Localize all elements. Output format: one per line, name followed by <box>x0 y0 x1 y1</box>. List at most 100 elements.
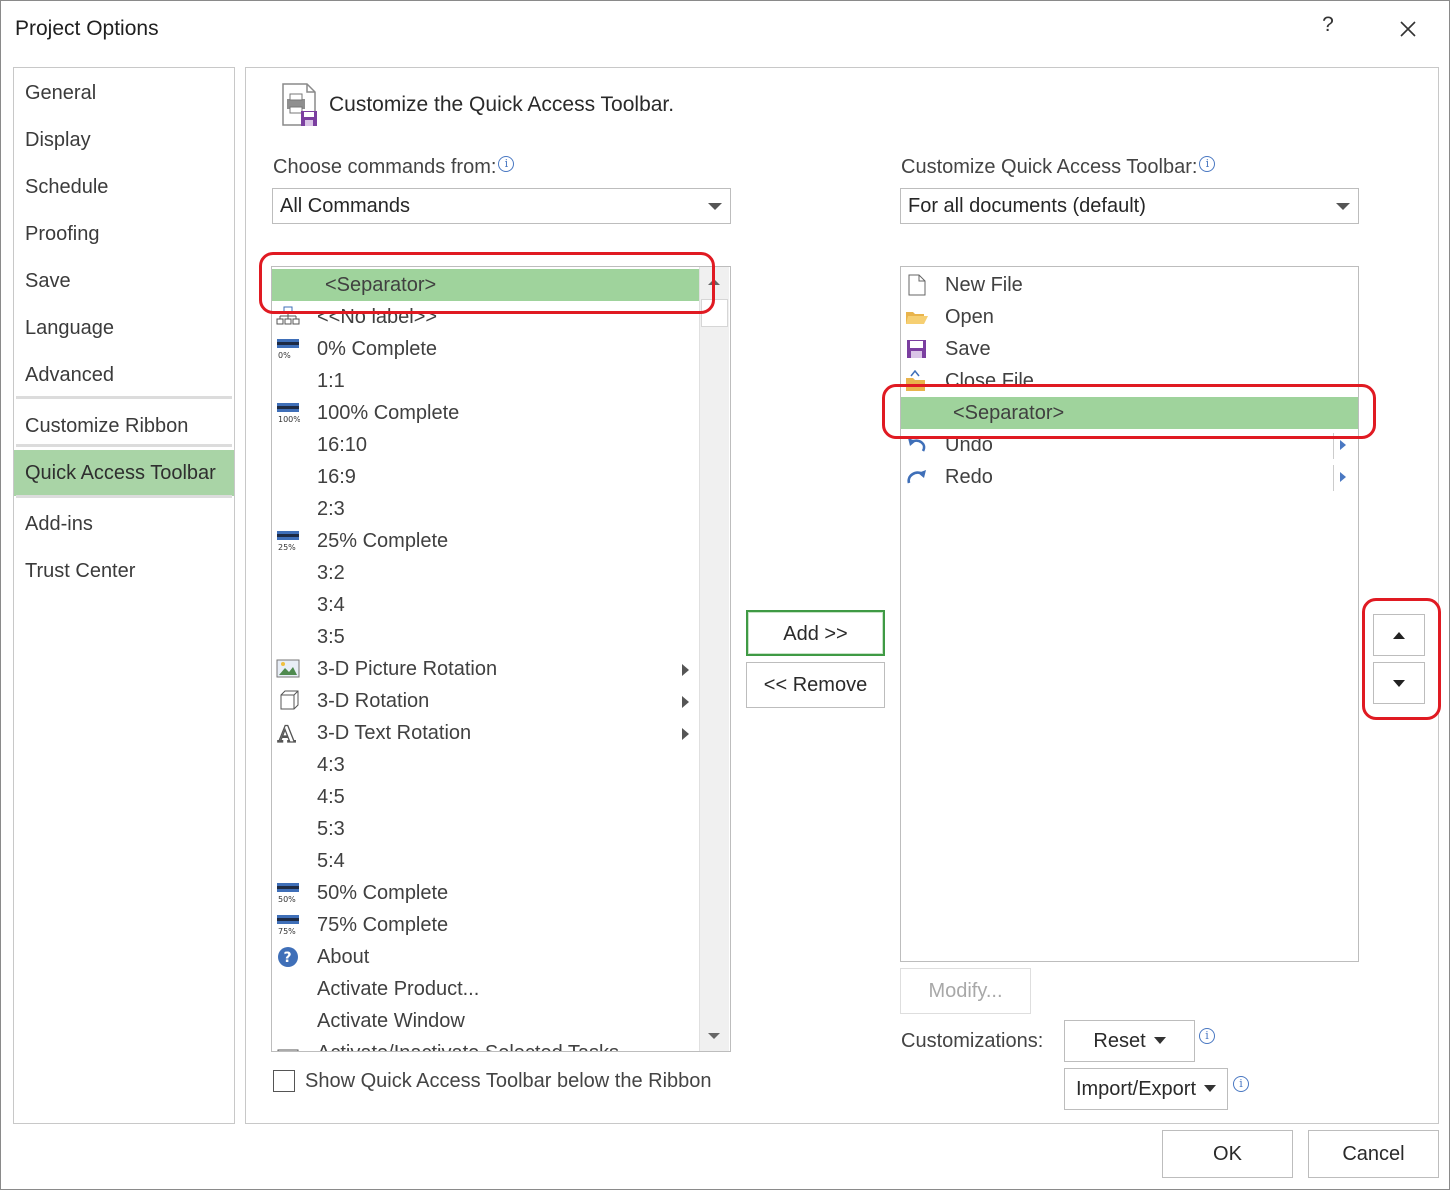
command-row[interactable]: 5:4 <box>272 845 700 877</box>
command-row[interactable]: 1:1 <box>272 365 700 397</box>
nav-item-advanced[interactable]: Advanced <box>14 352 234 398</box>
command-row[interactable]: 3:4 <box>272 589 700 621</box>
progress-0-icon: 0% <box>276 338 300 360</box>
arrow-up-icon <box>1393 632 1405 639</box>
ok-button[interactable]: OK <box>1162 1130 1293 1178</box>
reset-button-label: Reset <box>1093 1030 1146 1052</box>
nav-item-proofing[interactable]: Proofing <box>14 211 234 257</box>
progress-100-icon: 100% <box>276 402 301 424</box>
command-row[interactable]: 3-D Picture Rotation <box>272 653 700 685</box>
command-label: 2:3 <box>317 498 345 520</box>
command-row[interactable]: ? About <box>272 941 700 973</box>
nav-item-schedule[interactable]: Schedule <box>14 164 234 210</box>
commands-scrollbar[interactable] <box>699 267 729 1051</box>
command-row[interactable]: 100% 100% Complete <box>272 397 700 429</box>
submenu-arrow-icon[interactable] <box>1333 465 1347 491</box>
show-below-ribbon-checkbox[interactable] <box>273 1070 295 1092</box>
help-button[interactable]: ? <box>1313 13 1343 45</box>
submenu-arrow-icon[interactable] <box>682 664 689 676</box>
command-label: 25% Complete <box>317 530 449 552</box>
scroll-down-icon[interactable] <box>708 1033 720 1039</box>
command-row[interactable]: 2:3 <box>272 493 700 525</box>
command-label: 75% Complete <box>317 914 449 936</box>
toolbar-item-separator-row[interactable]: <Separator> <box>901 397 1358 429</box>
command-row[interactable]: Activate Product... <box>272 973 700 1005</box>
nav-item-quick-access-toolbar[interactable]: Quick Access Toolbar <box>14 450 234 496</box>
toolbar-item-row[interactable]: Open <box>901 301 1358 333</box>
nav-item-save[interactable]: Save <box>14 258 234 304</box>
commands-list[interactable]: <Separator> <<No label>> 0% 0% Complete 1:1 1… <box>271 266 731 1052</box>
svg-text:50%: 50% <box>278 895 296 904</box>
toolbar-item-row[interactable]: Close File <box>901 365 1358 397</box>
command-row[interactable]: <<No label>> <box>272 301 700 333</box>
customizations-label: Customizations: <box>901 1030 1044 1052</box>
close-file-icon <box>905 369 929 392</box>
command-row[interactable]: 4:3 <box>272 749 700 781</box>
nav-item-language[interactable]: Language <box>14 305 234 351</box>
scroll-up-icon[interactable] <box>708 279 720 285</box>
scroll-thumb[interactable] <box>701 299 728 327</box>
customize-toolbar-text: Customize Quick Access Toolbar: <box>901 156 1198 178</box>
import-export-button[interactable]: Import/Export <box>1064 1068 1228 1110</box>
command-row[interactable]: Activate/Inactivate Selected Tasks <box>272 1037 700 1051</box>
command-label: 1:1 <box>317 370 345 392</box>
move-down-button[interactable] <box>1373 662 1425 704</box>
reset-button[interactable]: Reset <box>1064 1020 1195 1062</box>
command-row[interactable]: 5:3 <box>272 813 700 845</box>
toolbar-item-row[interactable]: Undo <box>901 429 1358 461</box>
command-label: 3:4 <box>317 594 345 616</box>
command-separator-row[interactable]: <Separator> <box>272 269 700 301</box>
nav-divider <box>16 444 232 447</box>
svg-text:75%: 75% <box>278 927 296 936</box>
toolbar-item-row[interactable]: Save <box>901 333 1358 365</box>
choose-commands-dropdown[interactable]: All Commands <box>272 188 731 224</box>
submenu-arrow-icon[interactable] <box>1333 433 1347 459</box>
command-row[interactable]: Activate Window <box>272 1005 700 1037</box>
command-row[interactable]: 50% 50% Complete <box>272 877 700 909</box>
command-row[interactable]: 3-D Rotation <box>272 685 700 717</box>
toolbar-item-label: Close File <box>945 370 1034 392</box>
command-row[interactable]: 0% 0% Complete <box>272 333 700 365</box>
command-label: About <box>317 946 370 968</box>
text-rotation-icon: A <box>276 721 300 748</box>
toolbar-items-list[interactable]: New File Open Save Close File <Separator> Und… <box>900 266 1359 962</box>
open-folder-icon <box>905 306 929 328</box>
command-row[interactable]: 75% 75% Complete <box>272 909 700 941</box>
toolbar-item-row[interactable]: Redo <box>901 461 1358 493</box>
command-label: <Separator> <box>325 274 437 296</box>
dropdown-arrow-icon <box>1153 1037 1166 1044</box>
command-row[interactable]: 4:5 <box>272 781 700 813</box>
command-label: Activate Product... <box>317 978 480 1000</box>
command-label: 3-D Rotation <box>317 690 430 712</box>
submenu-arrow-icon[interactable] <box>682 696 689 708</box>
save-icon <box>905 338 929 360</box>
nav-item-trust-center[interactable]: Trust Center <box>14 548 234 594</box>
add-button[interactable]: Add >> <box>746 610 885 656</box>
command-label: 5:4 <box>317 850 345 872</box>
toolbar-item-row[interactable]: New File <box>901 269 1358 301</box>
help-circle-icon: ? <box>276 946 300 968</box>
command-row[interactable]: 16:10 <box>272 429 700 461</box>
command-label: 3:2 <box>317 562 345 584</box>
nav-item-display[interactable]: Display <box>14 117 234 163</box>
quick-access-toolbar-icon <box>282 83 317 126</box>
command-row[interactable]: 25% 25% Complete <box>272 525 700 557</box>
remove-button[interactable]: << Remove <box>746 662 885 708</box>
modify-button[interactable]: Modify... <box>900 968 1031 1014</box>
svg-text:0%: 0% <box>278 351 291 360</box>
toolbar-item-label: New File <box>945 274 1023 296</box>
close-button[interactable] <box>1391 13 1425 45</box>
nav-divider <box>16 396 232 399</box>
move-up-button[interactable] <box>1373 614 1425 656</box>
customize-toolbar-dropdown[interactable]: For all documents (default) <box>900 188 1359 224</box>
nav-item-customize-ribbon[interactable]: Customize Ribbon <box>14 403 234 449</box>
cancel-button[interactable]: Cancel <box>1308 1130 1439 1178</box>
command-row[interactable]: 3:2 <box>272 557 700 589</box>
command-label: 5:3 <box>317 818 345 840</box>
command-row[interactable]: A 3-D Text Rotation <box>272 717 700 749</box>
submenu-arrow-icon[interactable] <box>682 728 689 740</box>
command-row[interactable]: 3:5 <box>272 621 700 653</box>
nav-item-general[interactable]: General <box>14 70 234 116</box>
command-row[interactable]: 16:9 <box>272 461 700 493</box>
nav-item-add-ins[interactable]: Add-ins <box>14 501 234 547</box>
